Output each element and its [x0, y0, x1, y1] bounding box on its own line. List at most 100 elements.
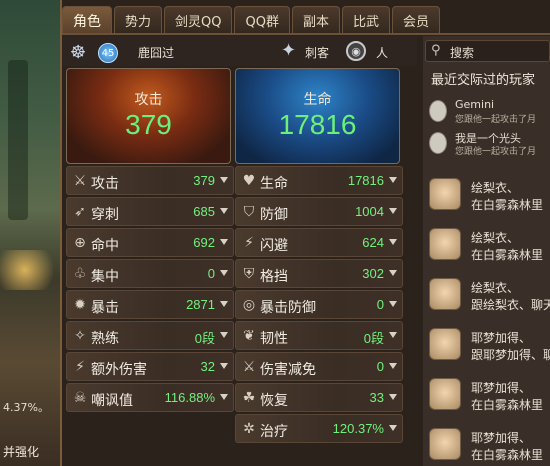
stat-row-hp[interactable]: ♥ 生命 17816	[235, 166, 403, 195]
tab-bar: 角色 势力 剑灵QQ QQ群 副本 比武 会员	[62, 6, 440, 34]
race-label: 人	[376, 46, 389, 60]
dragon-emblem-icon: ☸	[70, 42, 87, 63]
player-avatar	[429, 100, 447, 122]
expand-arrow-icon[interactable]	[389, 208, 397, 214]
stat-value: 624	[362, 235, 384, 250]
activity-name: 绘梨衣、	[471, 281, 520, 295]
activity-desc: 跟耶梦加得、聊	[471, 348, 550, 362]
activity-desc: 在白雾森林里	[471, 198, 544, 212]
heart-icon: ♥	[242, 173, 256, 189]
activity-desc: 在白雾森林里	[471, 398, 544, 412]
stat-row-taunt[interactable]: ☠ 嘲讽值 116.88%	[66, 383, 234, 412]
tab-character[interactable]: 角色	[62, 6, 112, 34]
expand-arrow-icon[interactable]	[220, 363, 228, 369]
stat-label: 熟练	[91, 331, 119, 347]
expand-arrow-icon[interactable]	[220, 301, 228, 307]
stat-label: 伤害减免	[260, 362, 316, 378]
expand-arrow-icon[interactable]	[220, 394, 228, 400]
activity-desc: 在白雾森林里	[471, 448, 544, 462]
stat-row-pierce[interactable]: ➶ 穿刺 685	[66, 197, 234, 226]
stat-row-recovery[interactable]: ☘ 恢复 33	[235, 383, 403, 412]
expand-arrow-icon[interactable]	[220, 270, 228, 276]
recent-player[interactable]: 我是一个光头 您跟他一起攻击了月	[429, 128, 550, 158]
stat-row-focus[interactable]: ♧ 集中 0	[66, 259, 234, 288]
activity-avatar	[429, 278, 461, 310]
stat-row-healing[interactable]: ✲ 治疗 120.37%	[235, 414, 403, 443]
defense-stats: ♥ 生命 17816 ⛉ 防御 1004 ⚡ 闪避 624 ⛨ 格挡 302 ◎ 暴击防御 0 ❦ 韧…	[235, 166, 403, 445]
stat-row-mastery[interactable]: ✧ 熟练 0段	[66, 321, 234, 350]
expand-arrow-icon[interactable]	[389, 239, 397, 245]
expand-arrow-icon[interactable]	[220, 177, 228, 183]
stat-value: 0	[376, 359, 384, 374]
stat-value: 0段	[194, 331, 215, 346]
stat-row-defense[interactable]: ⛉ 防御 1004	[235, 197, 403, 226]
tab-dungeon[interactable]: 副本	[291, 6, 340, 34]
search-input[interactable]: ⚲ 搜索	[425, 40, 550, 62]
attack-card-value: 379	[125, 109, 172, 140]
tab-arena[interactable]: 比武	[341, 6, 390, 34]
stat-label: 暴击防御	[260, 300, 316, 316]
game-scene: 4.37%。 并强化	[0, 0, 62, 466]
stat-row-accuracy[interactable]: ⊕ 命中 692	[66, 228, 234, 257]
stat-row-attack[interactable]: ⚔ 攻击 379	[66, 166, 234, 195]
activity-item[interactable]: 绘梨衣、 在白雾森林里	[427, 174, 550, 218]
race-icon: ◉	[346, 41, 366, 61]
mastery-icon: ✧	[74, 328, 86, 344]
player-name: Gemini	[455, 98, 495, 111]
burst-icon: ✹	[74, 297, 86, 313]
expand-arrow-icon[interactable]	[389, 332, 397, 338]
tab-jianling-qq[interactable]: 剑灵QQ	[164, 6, 233, 34]
assassin-icon: ✦	[281, 40, 297, 61]
offense-stats: ⚔ 攻击 379 ➶ 穿刺 685 ⊕ 命中 692 ♧ 集中 0 ✹ 暴击 2871 ✧ 熟练 0段 …	[66, 166, 234, 414]
level-badge: 45	[98, 43, 118, 63]
activity-avatar	[429, 328, 461, 360]
expand-arrow-icon[interactable]	[389, 270, 397, 276]
expand-arrow-icon[interactable]	[389, 363, 397, 369]
stat-label: 格挡	[260, 269, 288, 285]
activity-name: 耶梦加得、	[471, 331, 532, 345]
stat-row-damage-reduction[interactable]: ⚔ 伤害减免 0	[235, 352, 403, 381]
expand-arrow-icon[interactable]	[220, 332, 228, 338]
tab-qq-group[interactable]: QQ群	[234, 6, 290, 34]
expand-arrow-icon[interactable]	[389, 394, 397, 400]
activity-desc: 在白雾森林里	[471, 248, 544, 262]
activity-item[interactable]: 耶梦加得、 在白雾森林里	[427, 424, 550, 466]
stat-value: 116.88%	[164, 390, 215, 405]
activity-item[interactable]: 耶梦加得、 在白雾森林里	[427, 374, 550, 418]
tab-faction[interactable]: 势力	[114, 6, 163, 34]
activity-avatar	[429, 378, 461, 410]
damage-reduction-icon: ⚔	[242, 359, 256, 375]
activity-item[interactable]: 绘梨衣、 跟绘梨衣、聊天	[427, 274, 550, 318]
pierce-icon: ➶	[74, 204, 86, 220]
expand-arrow-icon[interactable]	[389, 301, 397, 307]
scene-shadow	[8, 60, 28, 220]
focus-icon: ♧	[73, 266, 87, 282]
expand-arrow-icon[interactable]	[220, 208, 228, 214]
stat-row-toughness[interactable]: ❦ 韧性 0段	[235, 321, 403, 350]
expand-arrow-icon[interactable]	[220, 239, 228, 245]
activity-desc: 跟绘梨衣、聊天	[471, 298, 550, 312]
activity-avatar	[429, 228, 461, 260]
search-icon: ⚲	[431, 43, 441, 58]
stat-label: 攻击	[91, 176, 119, 192]
expand-arrow-icon[interactable]	[389, 177, 397, 183]
stat-value: 302	[362, 266, 384, 281]
stat-row-extra-damage[interactable]: ⚡ 额外伤害 32	[66, 352, 234, 381]
crit-defense-icon: ◎	[242, 297, 256, 313]
stat-row-critical[interactable]: ✹ 暴击 2871	[66, 290, 234, 319]
recent-player[interactable]: Gemini 您跟他一起攻击了月	[429, 96, 550, 126]
heal-icon: ✲	[243, 421, 255, 437]
stat-label: 恢复	[260, 393, 288, 409]
stat-row-crit-defense[interactable]: ◎ 暴击防御 0	[235, 290, 403, 319]
stat-row-block[interactable]: ⛨ 格挡 302	[235, 259, 403, 288]
stat-value: 33	[369, 390, 384, 405]
stat-label: 暴击	[91, 300, 119, 316]
stat-value: 685	[193, 204, 215, 219]
hp-card-label: 生命	[303, 92, 332, 108]
tab-member[interactable]: 会员	[391, 6, 440, 34]
activity-item[interactable]: 绘梨衣、 在白雾森林里	[427, 224, 550, 268]
activity-item[interactable]: 耶梦加得、 跟耶梦加得、聊	[427, 324, 550, 368]
stat-row-evasion[interactable]: ⚡ 闪避 624	[235, 228, 403, 257]
stat-label: 生命	[260, 176, 288, 192]
expand-arrow-icon[interactable]	[389, 425, 397, 431]
